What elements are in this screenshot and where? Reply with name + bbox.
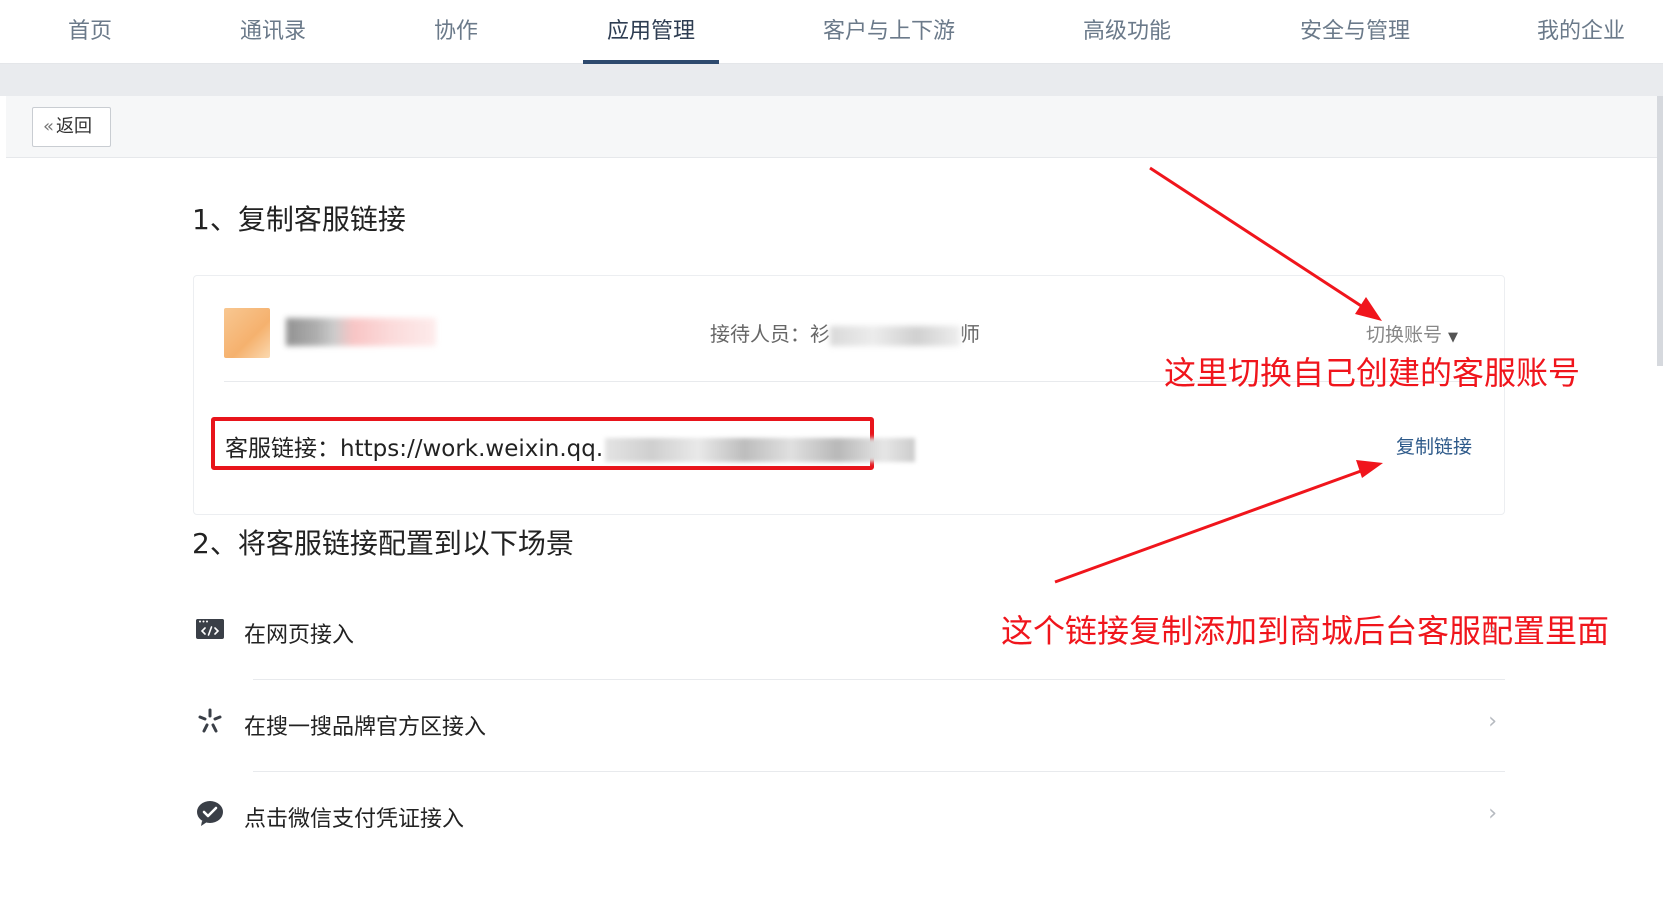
list-item-search-brand[interactable]: 在搜一搜品牌官方区接入 ›: [193, 679, 1505, 771]
annotation-copy-link: 这个链接复制添加到商城后台客服配置里面: [1001, 612, 1610, 650]
tab-my-enterprise[interactable]: 我的企业: [1537, 0, 1625, 64]
service-link-highlight: 客服链接：https://work.weixin.qq.: [211, 417, 916, 470]
list-item-label: 在搜一搜品牌官方区接入: [244, 715, 487, 740]
list-item-wechat-pay[interactable]: 点击微信支付凭证接入 ›: [193, 771, 1505, 863]
switch-account-dropdown[interactable]: 切换账号 ▼: [1366, 320, 1458, 347]
service-link-text[interactable]: 客服链接：https://work.weixin.qq.: [225, 429, 916, 463]
back-bar: «返回: [6, 96, 1657, 158]
reception-blurred: [830, 325, 960, 346]
list-item-label: 在网页接入: [244, 623, 355, 648]
annotation-switch-account: 这里切换自己创建的客服账号: [1164, 354, 1581, 392]
reception-staff: 接待人员：衫 师: [710, 318, 980, 347]
tab-home[interactable]: 首页: [68, 0, 112, 64]
sou-search-icon: [198, 708, 222, 733]
reception-suffix: 师: [960, 322, 980, 346]
service-link-label: 客服链接：https://work.weixin.qq.: [225, 436, 604, 462]
back-button[interactable]: «返回: [32, 107, 111, 147]
tab-collaboration[interactable]: 协作: [434, 0, 478, 64]
tab-app-management[interactable]: 应用管理: [582, 0, 720, 64]
tab-customers-partners[interactable]: 客户与上下游: [823, 0, 955, 64]
switch-account-label: 切换账号: [1366, 324, 1443, 346]
tab-contacts[interactable]: 通讯录: [240, 0, 306, 64]
chevron-right-icon: ›: [1488, 801, 1497, 826]
caret-down-icon: ▼: [1448, 330, 1459, 345]
section-title-copy-link: 1、复制客服链接: [192, 203, 406, 236]
web-code-icon: [196, 619, 224, 639]
service-account-card: 接待人员：衫 师 切换账号 ▼ 客服链接：https://work.weixin.q…: [193, 275, 1505, 515]
section-title-configure-scenes: 2、将客服链接配置到以下场景: [192, 527, 574, 560]
copy-link-button[interactable]: 复制链接: [1396, 432, 1472, 459]
tab-security-management[interactable]: 安全与管理: [1300, 0, 1410, 64]
chevron-right-icon: ›: [1488, 709, 1497, 734]
tab-advanced-features[interactable]: 高级功能: [1083, 0, 1171, 64]
top-navigation: 首页 通讯录 协作 应用管理 客户与上下游 高级功能 安全与管理 我的企业: [0, 0, 1663, 64]
double-chevron-left-icon: «: [43, 116, 55, 137]
wechat-pay-icon: [197, 801, 223, 826]
header-spacer: [0, 64, 1663, 96]
service-link-blurred: [605, 437, 916, 462]
back-button-label: 返回: [56, 116, 93, 137]
main-panel: «返回 1、复制客服链接 接待人员：衫 师 切换账号 ▼ 客服链接：https://…: [6, 96, 1657, 903]
list-item-label: 点击微信支付凭证接入: [244, 807, 465, 832]
reception-prefix: 接待人员：衫: [710, 322, 830, 346]
account-name-blurred: [286, 318, 436, 346]
avatar: [224, 308, 270, 358]
